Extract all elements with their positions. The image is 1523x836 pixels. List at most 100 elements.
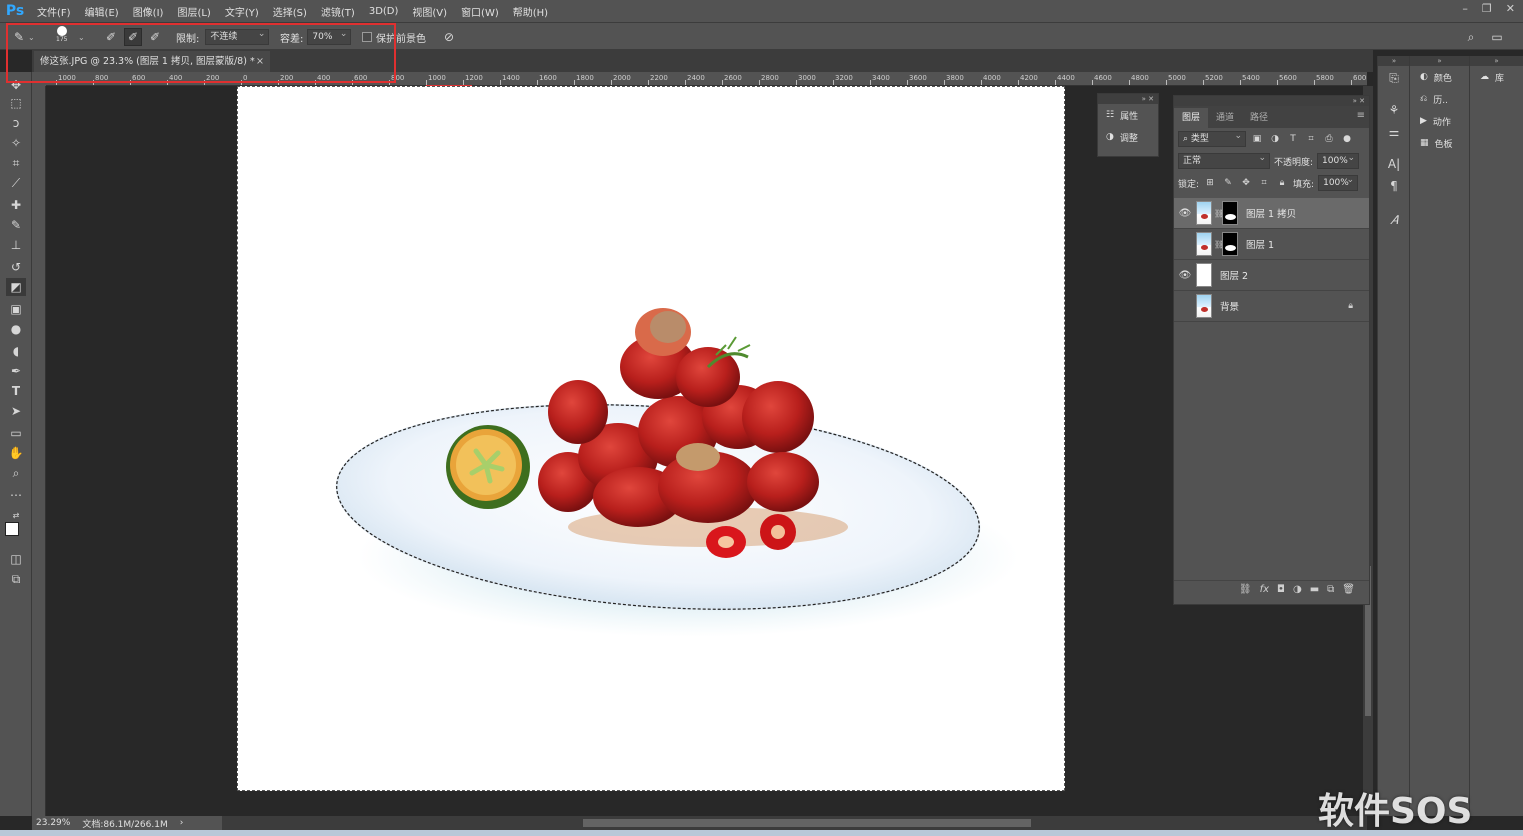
link-icon[interactable]: ⛓︎ bbox=[1214, 240, 1224, 249]
search-icon[interactable]: ⌕ bbox=[1462, 28, 1480, 46]
layer-row[interactable]: 👁︎ 背景 🔒︎ bbox=[1174, 291, 1369, 322]
new-group-icon[interactable]: ▬ bbox=[1310, 584, 1319, 595]
filter-pixel-icon[interactable]: ▣ bbox=[1250, 132, 1264, 146]
crop-tool-icon[interactable]: ⌗ bbox=[6, 154, 26, 172]
history-panel-button[interactable]: ⎌ 历.. bbox=[1410, 88, 1469, 110]
sampling-swatch-icon[interactable]: ✐ bbox=[146, 28, 164, 46]
opacity-input[interactable]: 100% bbox=[1317, 151, 1360, 169]
limit-select[interactable]: 不连续 bbox=[205, 27, 270, 45]
path-select-icon[interactable]: ➤ bbox=[6, 402, 26, 420]
gradient-tool-icon[interactable]: ▣ bbox=[6, 300, 26, 318]
menu-layer[interactable]: 图层(L) bbox=[170, 4, 217, 19]
filter-type-icon[interactable]: T bbox=[1286, 132, 1300, 146]
layer-row[interactable]: 👁︎ 图层 2 bbox=[1174, 260, 1369, 291]
brush-presets-icon[interactable]: ⚘ bbox=[1384, 100, 1404, 120]
zoom-level[interactable]: 23.29% bbox=[36, 818, 70, 828]
new-layer-icon[interactable]: ⧉ bbox=[1327, 584, 1334, 595]
panel-collapse-icon[interactable]: » ✕ bbox=[1174, 96, 1369, 106]
menu-edit[interactable]: 编辑(E) bbox=[78, 4, 126, 19]
panel-menu-icon[interactable]: ≡ bbox=[1357, 110, 1365, 121]
link-layers-icon[interactable]: ⛓︎ bbox=[1239, 584, 1252, 595]
eye-icon[interactable]: 👁︎ bbox=[1174, 270, 1196, 281]
minimize-button[interactable]: – bbox=[1462, 2, 1468, 15]
character-styles-icon[interactable]: 𝐴 bbox=[1384, 210, 1404, 230]
layer-filter-select[interactable]: ⌕ 类型 bbox=[1178, 129, 1246, 147]
filter-adjustment-icon[interactable]: ◑ bbox=[1268, 132, 1282, 146]
protect-foreground-checkbox[interactable] bbox=[362, 32, 372, 42]
layer-row[interactable]: 👁︎ ⛓︎ 图层 1 拷贝 bbox=[1174, 198, 1369, 229]
eye-icon[interactable]: 👁︎ bbox=[1174, 208, 1196, 219]
screen-mode-icon[interactable]: ⧉ bbox=[6, 570, 26, 588]
move-tool-icon[interactable]: ✥ bbox=[6, 76, 26, 94]
ruler-origin[interactable] bbox=[32, 72, 46, 86]
brush-settings-icon[interactable]: ⚌ bbox=[1384, 122, 1404, 142]
menu-select[interactable]: 选择(S) bbox=[266, 4, 314, 19]
adjustments-button[interactable]: ◑ 调整 bbox=[1098, 126, 1158, 148]
eraser-tool-icon[interactable]: ◩ bbox=[6, 278, 26, 296]
panel-collapse-icon[interactable]: » bbox=[1378, 56, 1410, 66]
menu-window[interactable]: 窗口(W) bbox=[454, 4, 506, 19]
layer-mask-thumbnail[interactable] bbox=[1222, 232, 1238, 256]
stamp-tool-icon[interactable]: ⊥ bbox=[6, 236, 26, 254]
zoom-tool-icon[interactable]: ⌕ bbox=[6, 464, 26, 482]
fx-icon[interactable]: fx bbox=[1260, 584, 1269, 595]
panel-collapse-icon[interactable]: » bbox=[1470, 56, 1523, 66]
hand-tool-icon[interactable]: ✋ bbox=[6, 444, 26, 462]
blur-tool-icon[interactable]: ● bbox=[6, 320, 26, 338]
tool-preset-picker[interactable]: ✎ ⌄ bbox=[10, 28, 35, 46]
swatches-panel-button[interactable]: ▦ 色板 bbox=[1410, 132, 1469, 154]
close-button[interactable]: ✕ bbox=[1506, 2, 1515, 15]
more-tools-icon[interactable]: ⋯ bbox=[6, 486, 26, 504]
filter-toggle-icon[interactable]: ● bbox=[1340, 132, 1354, 146]
healing-brush-icon[interactable]: ✚ bbox=[6, 196, 26, 214]
document-canvas[interactable] bbox=[237, 86, 1065, 791]
panel-collapse-icon[interactable]: » bbox=[1410, 56, 1469, 66]
eye-icon[interactable]: 👁︎ bbox=[1174, 239, 1196, 250]
glyphs-icon[interactable]: ⎘ bbox=[1384, 68, 1404, 88]
menu-filter[interactable]: 滤镜(T) bbox=[314, 4, 362, 19]
horizontal-ruler[interactable]: 1000 800 600 400 200 0 200 400 600 800 1000 1200 140… bbox=[46, 72, 1367, 86]
libraries-button[interactable]: ☁ 库 bbox=[1470, 66, 1523, 88]
eyedropper-icon[interactable]: ⟋ bbox=[6, 174, 26, 192]
brush-tool-icon[interactable]: ✎ bbox=[6, 216, 26, 234]
foreground-color-swatch[interactable] bbox=[5, 522, 19, 536]
menu-file[interactable]: 文件(F) bbox=[30, 4, 78, 19]
color-panel-button[interactable]: ◐ 颜色 bbox=[1410, 66, 1469, 88]
menu-help[interactable]: 帮助(H) bbox=[506, 4, 555, 19]
layer-mask-thumbnail[interactable] bbox=[1222, 201, 1238, 225]
lock-position-icon[interactable]: ✥ bbox=[1239, 176, 1253, 190]
magic-wand-icon[interactable]: ✧ bbox=[6, 134, 26, 152]
history-brush-icon[interactable]: ↺ bbox=[6, 258, 26, 276]
menu-type[interactable]: 文字(Y) bbox=[218, 4, 266, 19]
status-menu-arrow[interactable]: › bbox=[180, 818, 184, 828]
sampling-once-icon[interactable]: ✐ bbox=[124, 28, 142, 46]
document-tab[interactable]: 修这张.JPG @ 23.3% (图层 1 拷贝, 图层蒙版/8) * × bbox=[34, 51, 270, 72]
tab-channels[interactable]: 通道 bbox=[1208, 108, 1242, 128]
pen-tool-icon[interactable]: ✒ bbox=[6, 362, 26, 380]
chevron-down-icon[interactable]: ⌄ bbox=[78, 33, 85, 42]
workspace-icon[interactable]: ▭ bbox=[1488, 28, 1506, 46]
new-adjustment-icon[interactable]: ◑ bbox=[1293, 584, 1302, 595]
paragraph-icon[interactable]: ¶ bbox=[1384, 176, 1404, 196]
marquee-tool-icon[interactable]: ⬚ bbox=[6, 94, 26, 112]
actions-panel-button[interactable]: ▶ 动作 bbox=[1410, 110, 1469, 132]
filter-smart-object-icon[interactable]: ⎙ bbox=[1322, 132, 1336, 146]
horizontal-scrollbar[interactable] bbox=[221, 816, 1367, 830]
vertical-ruler[interactable] bbox=[32, 86, 46, 816]
lasso-tool-icon[interactable]: ↄ bbox=[6, 114, 26, 132]
menu-view[interactable]: 视图(V) bbox=[405, 4, 454, 19]
horizontal-scroll-thumb[interactable] bbox=[583, 819, 1031, 827]
filter-shape-icon[interactable]: ⌗ bbox=[1304, 132, 1318, 146]
menu-3d[interactable]: 3D(D) bbox=[362, 6, 406, 17]
tab-paths[interactable]: 路径 bbox=[1242, 108, 1276, 128]
add-mask-icon[interactable]: ◘ bbox=[1277, 584, 1285, 595]
quick-mask-icon[interactable]: ◫ bbox=[6, 550, 26, 568]
brush-size-picker[interactable]: 175 bbox=[56, 26, 67, 44]
lock-transparent-icon[interactable]: ⊞ bbox=[1203, 176, 1217, 190]
rectangle-tool-icon[interactable]: ▭ bbox=[6, 424, 26, 442]
tab-layers[interactable]: 图层 bbox=[1174, 108, 1209, 128]
panel-collapse-icon[interactable]: » ✕ bbox=[1098, 94, 1158, 104]
lock-artboard-icon[interactable]: ⌗ bbox=[1257, 176, 1271, 190]
sampling-continuous-icon[interactable]: ✐ bbox=[102, 28, 120, 46]
menu-image[interactable]: 图像(I) bbox=[126, 4, 171, 19]
